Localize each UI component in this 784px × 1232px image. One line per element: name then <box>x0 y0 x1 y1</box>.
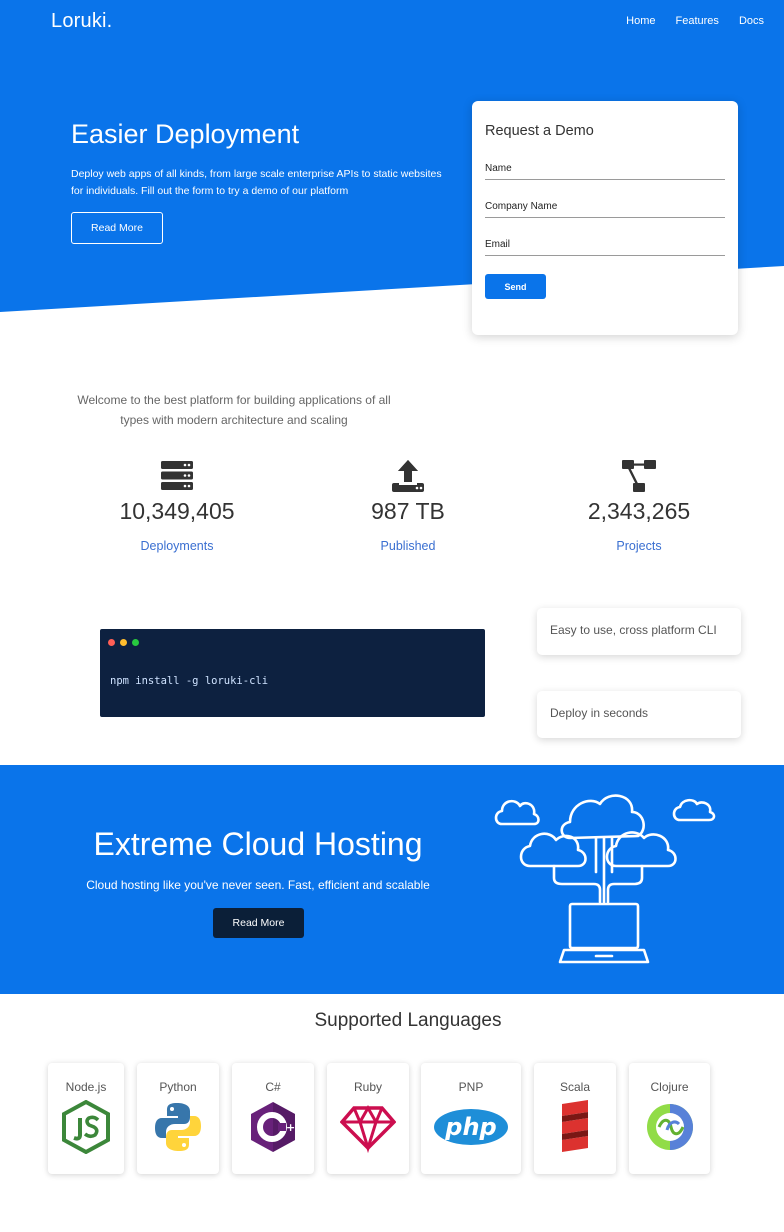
nav-link-docs[interactable]: Docs <box>739 15 764 27</box>
stat-label: Projects <box>616 539 662 553</box>
language-name: Python <box>159 1080 197 1094</box>
nav-link-home[interactable]: Home <box>626 15 655 27</box>
scala-icon <box>562 1100 588 1152</box>
terminal-close-dot <box>108 639 115 646</box>
python-icon <box>155 1103 201 1151</box>
language-card-ruby: Ruby <box>327 1063 409 1174</box>
language-name: C# <box>265 1080 281 1094</box>
company-name-field[interactable]: Company Name <box>485 200 725 218</box>
languages-heading: Supported Languages <box>314 1010 502 1031</box>
nav-link-features[interactable]: Features <box>676 15 719 27</box>
terminal-minimize-dot <box>120 639 127 646</box>
server-icon <box>161 461 193 490</box>
stat-value: 2,343,265 <box>587 498 691 524</box>
php-icon: php <box>434 1109 508 1145</box>
hero-description: Deploy web apps of all kinds, from large… <box>71 168 442 197</box>
brand-logo[interactable]: Loruki. <box>51 10 112 33</box>
name-field[interactable]: Name <box>485 162 725 180</box>
language-name: Ruby <box>353 1080 382 1094</box>
terminal-maximize-dot <box>132 639 139 646</box>
demo-form-card: Request a Demo Name Company Name Email S… <box>472 101 738 335</box>
nav-links: Home Features Docs <box>626 15 764 27</box>
stat-label: Published <box>380 539 436 553</box>
language-card-scala: Scala <box>534 1063 616 1174</box>
welcome-text: Welcome to the best platform for buildin… <box>77 393 391 427</box>
language-card-clojure: Clojure <box>629 1063 710 1174</box>
feature-card-deploy: Deploy in seconds <box>537 691 741 738</box>
feature-card-cli: Easy to use, cross platform CLI <box>537 608 741 655</box>
terminal-command: npm install -g loruki-cli <box>110 675 269 687</box>
svg-text:php: php <box>444 1113 496 1141</box>
stat-value: 10,349,405 <box>119 498 235 524</box>
language-card-python: Python <box>137 1063 219 1174</box>
language-card-csharp: C# + <box>232 1063 314 1174</box>
cloud-title: Extreme Cloud Hosting <box>93 826 423 862</box>
svg-text:+: + <box>286 1121 295 1134</box>
cloud-read-more-button[interactable]: Read More <box>213 908 304 938</box>
language-card-nodejs: Node.js <box>48 1063 124 1174</box>
project-diagram-icon <box>622 460 656 492</box>
stat-projects: 2,343,265 Projects <box>549 458 729 553</box>
language-card-php: PNP php <box>421 1063 521 1174</box>
nodejs-icon <box>62 1100 110 1154</box>
language-name: PNP <box>458 1080 484 1094</box>
send-button[interactable]: Send <box>485 274 546 299</box>
demo-form-title: Request a Demo <box>485 123 594 139</box>
clojure-icon <box>646 1104 693 1150</box>
language-name: Clojure <box>650 1080 689 1094</box>
stat-deployments: 10,349,405 Deployments <box>87 458 267 553</box>
navbar: Loruki. Home Features Docs <box>0 0 784 46</box>
hero-read-more-button[interactable]: Read More <box>71 212 163 244</box>
cloud-laptop-illustration <box>494 794 716 964</box>
email-field[interactable]: Email <box>485 238 725 256</box>
stat-published: 987 TB Published <box>318 458 498 553</box>
upload-icon <box>392 460 424 492</box>
language-name: Node.js <box>65 1080 107 1094</box>
stat-value: 987 TB <box>371 498 445 524</box>
terminal-window: npm install -g loruki-cli <box>100 629 485 717</box>
cloud-description: Cloud hosting like you've never seen. Fa… <box>86 878 430 892</box>
ruby-icon <box>340 1104 396 1154</box>
csharp-icon: + <box>251 1102 295 1152</box>
hero-title: Easier Deployment <box>71 119 300 149</box>
stat-label: Deployments <box>140 539 214 553</box>
language-name: Scala <box>559 1080 591 1094</box>
